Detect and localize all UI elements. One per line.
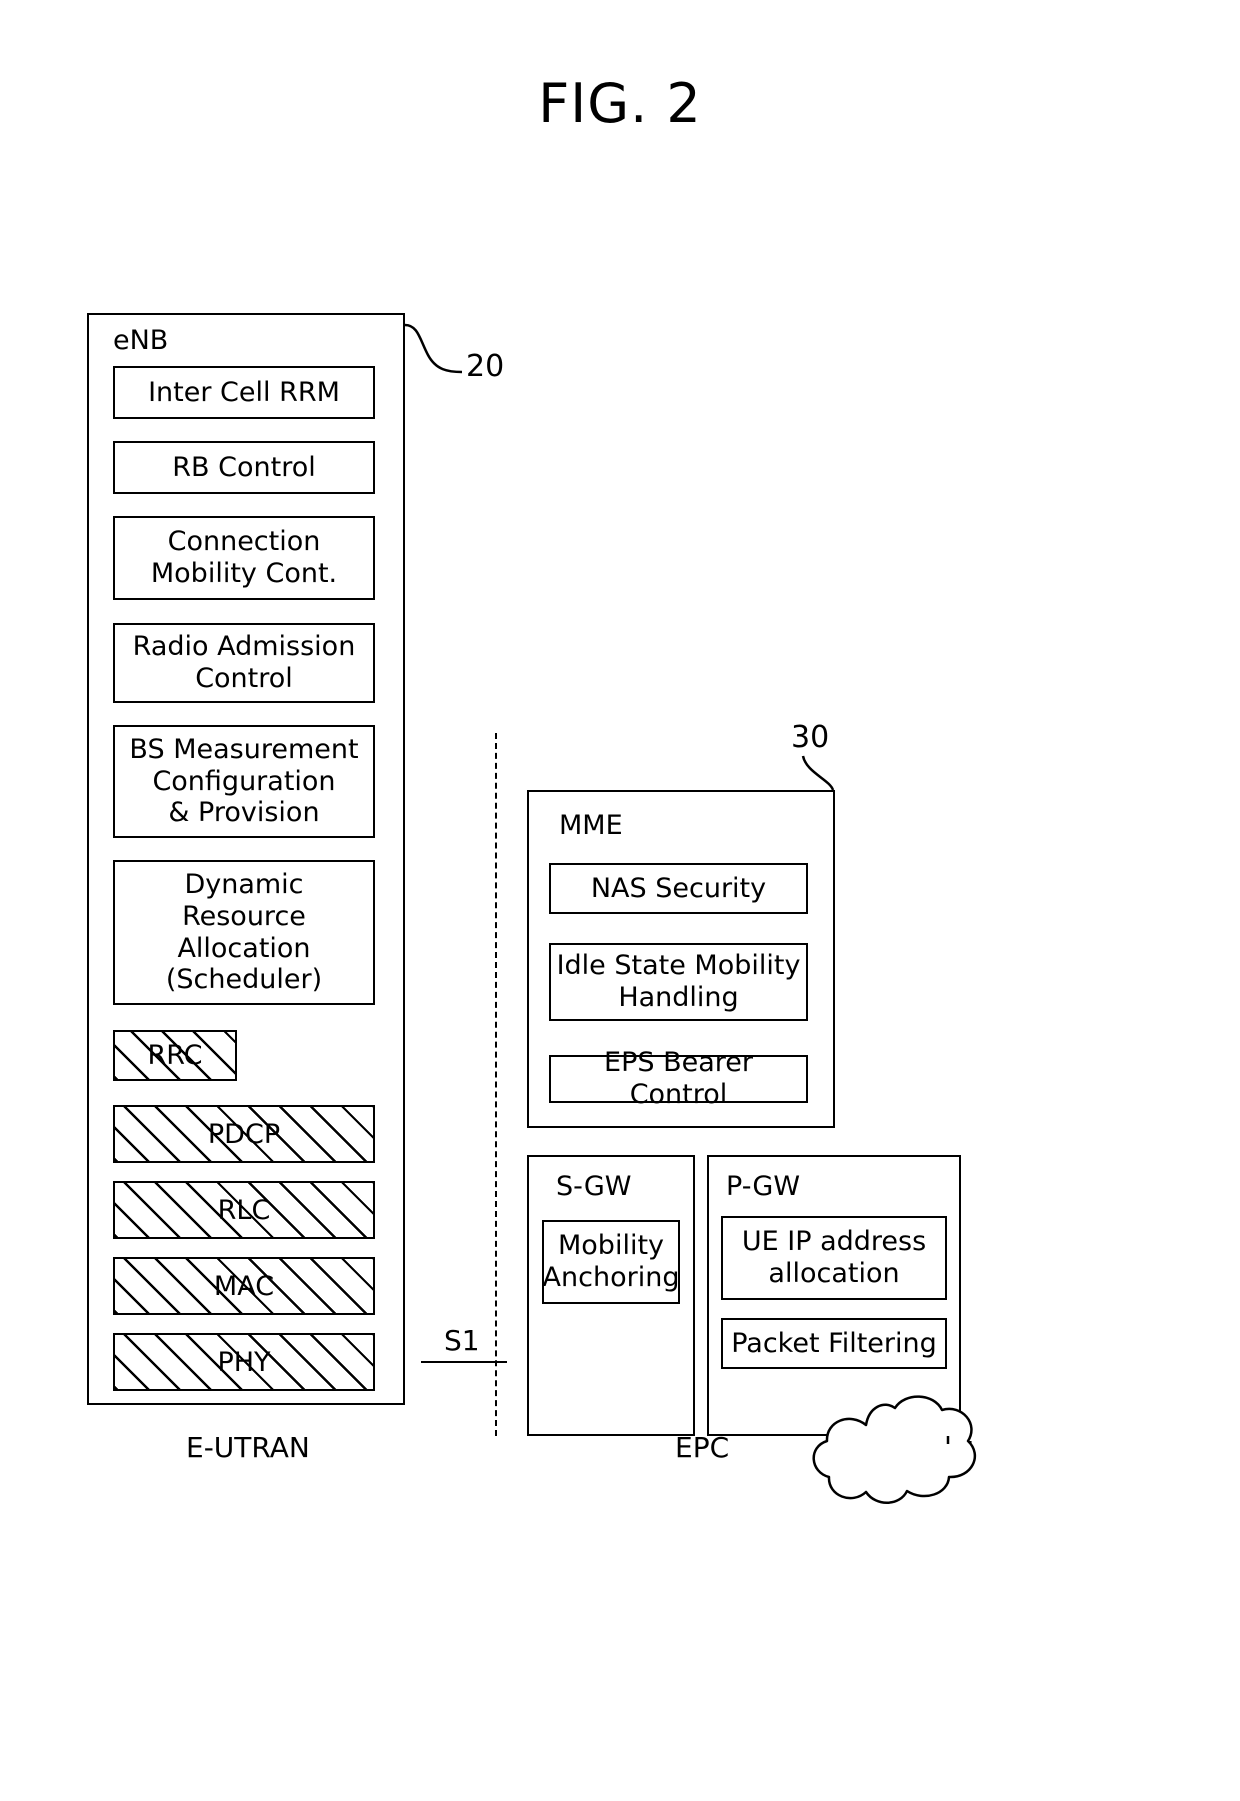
enb-layer-label: RRC [147, 1040, 203, 1071]
sgw-function-mobility-anchoring: Mobility Anchoring [542, 1220, 680, 1304]
sgw-function-label: Mobility Anchoring [542, 1230, 680, 1293]
enb-function-label: RB Control [172, 451, 316, 483]
eutran-footer-label: E-UTRAN [186, 1431, 310, 1464]
figure-canvas: FIG. 2 eNB 20 Inter Cell RRM RB Control … [0, 0, 1240, 1801]
s1-interface-label: S1 [444, 1324, 480, 1357]
enb-layer-label: MAC [213, 1270, 275, 1302]
mme-function-idle-state-mobility-handling: Idle State Mobility Handling [549, 943, 808, 1021]
enb-layer-pdcp: PDCP [113, 1105, 375, 1163]
figure-title: FIG. 2 [538, 72, 702, 135]
enb-function-label: Inter Cell RRM [148, 376, 340, 408]
enb-layer-label: RLC [217, 1194, 271, 1226]
enb-layer-label: PHY [217, 1346, 271, 1378]
enb-function-label: Radio Admission Control [132, 631, 356, 694]
sgw-label: S-GW [556, 1171, 632, 1202]
pgw-function-label: UE IP address allocation [741, 1226, 927, 1289]
enb-layer-label: PDCP [207, 1118, 281, 1150]
pgw-label: P-GW [726, 1171, 801, 1202]
pgw-function-ue-ip-address-allocation: UE IP address allocation [721, 1216, 947, 1300]
eutran-epc-divider [495, 733, 497, 1436]
mme-function-nas-security: NAS Security [549, 863, 808, 914]
leader-line-20 [404, 323, 463, 374]
mme-function-label: EPS Bearer Control [604, 1047, 753, 1110]
enb-function-label: Dynamic Resource Allocation (Scheduler) [165, 868, 323, 996]
pgw-function-packet-filtering: Packet Filtering [721, 1318, 947, 1369]
enb-function-label: BS Measurement Configuration & Provision [129, 733, 359, 829]
enb-layer-mac: MAC [113, 1257, 375, 1315]
pgw-function-label: Packet Filtering [731, 1327, 937, 1359]
enb-function-inter-cell-rrm: Inter Cell RRM [113, 366, 375, 419]
leader-line-30 [801, 755, 835, 791]
enb-function-connection-mobility-cont: Connection Mobility Cont. [113, 516, 375, 600]
enb-function-radio-admission-control: Radio Admission Control [113, 623, 375, 703]
reference-number-20: 20 [466, 349, 505, 384]
enb-function-bs-measurement-configuration: BS Measurement Configuration & Provision [113, 725, 375, 838]
mme-label: MME [559, 810, 623, 841]
enb-function-dynamic-resource-allocation: Dynamic Resource Allocation (Scheduler) [113, 860, 375, 1005]
enb-function-rb-control: RB Control [113, 441, 375, 494]
internet-cloud-label: Internet [861, 1430, 973, 1463]
enb-layer-rlc: RLC [113, 1181, 375, 1239]
mme-function-label: NAS Security [590, 872, 767, 904]
mme-function-eps-bearer-control: EPS Bearer Control [549, 1047, 808, 1110]
enb-layer-rrc: RRC [113, 1030, 237, 1081]
enb-layer-phy: PHY [113, 1333, 375, 1391]
enb-function-label: Connection Mobility Cont. [150, 526, 338, 589]
s1-interface-line [421, 1361, 507, 1363]
mme-function-label: Idle State Mobility Handling [556, 950, 801, 1013]
reference-number-30: 30 [791, 720, 830, 755]
enb-label: eNB [113, 325, 169, 356]
epc-footer-label: EPC [675, 1431, 730, 1464]
